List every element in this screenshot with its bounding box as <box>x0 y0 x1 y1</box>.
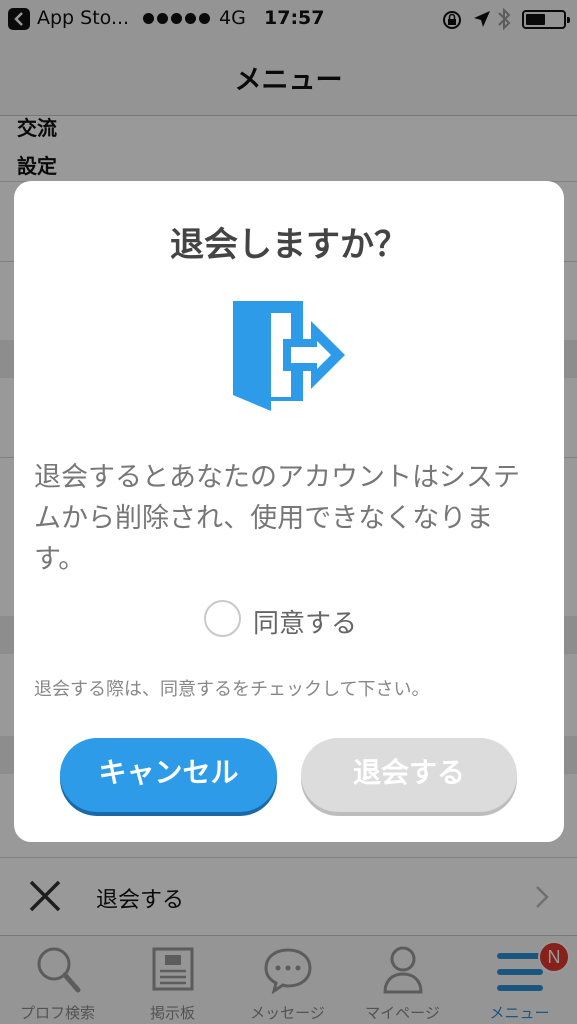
exit-door-arrow-icon <box>233 301 345 411</box>
withdraw-dialog: 退会しますか？ 退会するとあなたのアカウントはシステムから削除され、使用できなく… <box>14 181 564 842</box>
agree-label[interactable]: 同意する <box>253 603 357 640</box>
dialog-message: 退会するとあなたのアカウントはシステムから削除され、使用できなくなります。 <box>34 462 520 575</box>
agree-radio-button[interactable] <box>204 600 241 637</box>
withdraw-button[interactable]: 退会する <box>301 738 517 812</box>
agree-note: 退会する際は、同意するをチェックして下さい。 <box>34 679 430 700</box>
dialog-title: 退会しますか？ <box>170 225 408 265</box>
cancel-button[interactable]: キャンセル <box>60 738 277 812</box>
